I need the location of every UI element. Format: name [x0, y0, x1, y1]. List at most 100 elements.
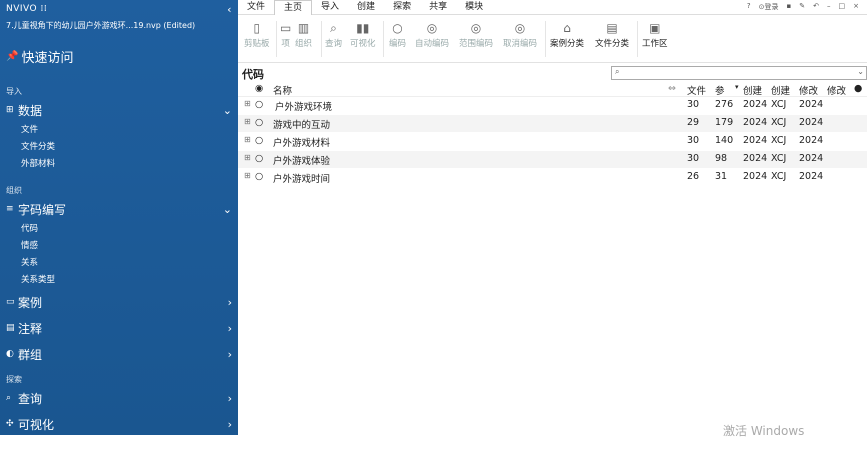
color-column-icon[interactable]: ◉	[255, 83, 263, 94]
tab-share[interactable]: 共享	[420, 0, 456, 14]
uncode-button[interactable]: ◎ 取消编码	[503, 19, 537, 49]
search-icon: ⌕	[330, 21, 337, 35]
list-view-title: 代码	[242, 68, 264, 81]
code-name: 游戏中的互动	[273, 120, 331, 131]
sidebar-group-coding[interactable]: ≡ 字码编写 ⌄	[0, 199, 238, 219]
uncode-label: 取消编码	[503, 39, 538, 49]
workspace-button[interactable]: ▣ 工作区	[642, 19, 668, 49]
file-classification-button[interactable]: ▤ 文件分类	[595, 19, 629, 49]
organize-label: 组织	[295, 39, 313, 49]
section-import: 导入	[6, 87, 22, 96]
ribbon-tab-bar: 文件 主页 导入 创建 探索 共享 模块 ? ⊙登录 ▪ ✎ ↶ – □ ×	[238, 0, 867, 15]
code-button[interactable]: ○ 编码	[389, 19, 406, 49]
column-created-on[interactable]: 创建	[743, 83, 762, 97]
separator	[637, 21, 638, 57]
organize-button[interactable]: ▥ 组织	[295, 19, 312, 49]
data-icon: ⊞	[6, 105, 14, 115]
modified-on: 2024	[799, 117, 824, 128]
quick-access-label: 快速访问	[21, 51, 74, 66]
expand-icon[interactable]: ⊞	[244, 135, 251, 144]
case-classification-button[interactable]: ⌂ 案例分类	[550, 19, 584, 49]
column-modified-on[interactable]: 修改	[799, 83, 818, 97]
modified-on: 2024	[799, 99, 824, 110]
files-count: 26	[687, 171, 700, 182]
bar-chart-icon: ▮▮	[356, 21, 370, 35]
sidebar-group-cases[interactable]: ▭ 案例 ›	[0, 292, 238, 312]
maximize-icon[interactable]: □	[839, 2, 846, 12]
uncode-icon: ◎	[514, 21, 526, 35]
item-label: 项	[281, 39, 290, 49]
sidebar-item-file-classifications[interactable]: 文件分类	[0, 137, 238, 154]
sidebar-item-sentiment[interactable]: 情感	[0, 236, 238, 253]
sidebar-item-files[interactable]: 文件	[0, 120, 238, 137]
comment-column-icon[interactable]: ●	[854, 83, 862, 94]
sidebar-item-codes[interactable]: 代码	[0, 219, 238, 236]
close-icon[interactable]: ×	[853, 2, 859, 12]
sidebar-group-visualizations[interactable]: ✣ 可视化 ›	[0, 414, 238, 434]
created-by: XCJ	[771, 117, 787, 128]
sign-in-label: 登录	[764, 3, 779, 11]
sidebar-group-reports[interactable]: ▦ 报表 ›	[0, 440, 238, 460]
sidebar-item-externals[interactable]: 外部材料	[0, 154, 238, 171]
created-on: 2024	[743, 153, 768, 164]
auto-code-icon: ◎	[426, 21, 438, 35]
save-icon[interactable]: ▪	[787, 2, 792, 12]
sidebar-group-data[interactable]: ⊞ 数据 ⌄	[0, 100, 238, 120]
auto-code-button[interactable]: ◎ 自动编码	[415, 19, 449, 49]
visualize-button[interactable]: ▮▮ 可视化	[350, 19, 376, 49]
column-created-by[interactable]: 创建	[771, 83, 790, 97]
tab-home[interactable]: 主页	[274, 0, 313, 15]
references-count: 179	[715, 117, 734, 128]
created-on: 2024	[743, 171, 768, 182]
chevron-right-icon: ›	[227, 443, 232, 457]
clipboard-button[interactable]: ▯ 剪贴板	[244, 19, 270, 49]
table-row[interactable]: ⊞ ○ 户外游戏材料 30 140 2024 XCJ 2024	[238, 133, 867, 150]
column-modified-by[interactable]: 修改	[827, 83, 846, 97]
sidebar-group-queries[interactable]: ⌕ 查询 ›	[0, 388, 238, 408]
minimize-icon[interactable]: –	[827, 2, 831, 12]
expand-icon[interactable]: ⊞	[244, 171, 251, 180]
notes-icon: ▤	[6, 323, 15, 333]
chevron-down-icon[interactable]: ⌄	[857, 67, 864, 76]
case-classification-label: 案例分类	[550, 39, 585, 49]
sidebar-group-sets[interactable]: ◐ 群组 ›	[0, 344, 238, 364]
query-label: 查询	[325, 39, 343, 49]
sidebar-item-relationship-types[interactable]: 关系类型	[0, 270, 238, 287]
sign-in-link[interactable]: ⊙登录	[759, 2, 779, 12]
link-column-icon[interactable]: ⇔	[668, 83, 676, 94]
cases-label: 案例	[18, 295, 43, 310]
expand-icon[interactable]: ⊞	[244, 153, 251, 162]
created-on: 2024	[743, 99, 768, 110]
table-row[interactable]: ⊞ ○ 户外游戏时间 26 31 2024 XCJ 2024	[238, 169, 867, 186]
item-button[interactable]: ▭ 项	[280, 19, 291, 49]
tab-import[interactable]: 导入	[312, 0, 348, 14]
tab-create[interactable]: 创建	[348, 0, 384, 14]
edit-icon[interactable]: ✎	[799, 2, 805, 12]
sidebar-item-relationships[interactable]: 关系	[0, 253, 238, 270]
collapse-sidebar-icon[interactable]: ‹	[227, 3, 232, 16]
column-references[interactable]: 参	[715, 83, 725, 97]
notes-label: 注释	[18, 321, 43, 336]
table-row[interactable]: ⊞ ○ 游戏中的互动 29 179 2024 XCJ 2024	[238, 115, 867, 132]
tab-modules[interactable]: 模块	[456, 0, 492, 14]
chevron-down-icon: ⌄	[222, 103, 232, 117]
coding-label: 字码编写	[18, 202, 67, 217]
expand-icon[interactable]: ⊞	[244, 117, 251, 126]
query-button[interactable]: ⌕ 查询	[325, 19, 342, 49]
table-row[interactable]: ⊞ ○ 户外游戏体验 30 98 2024 XCJ 2024	[238, 151, 867, 168]
range-code-button[interactable]: ◎ 范围编码	[459, 19, 493, 49]
table-row[interactable]: ⊞ ○ 户外游戏环境 30 276 2024 XCJ 2024	[238, 97, 867, 114]
quick-access[interactable]: 📌 快速访问	[0, 33, 238, 72]
tab-explore[interactable]: 探索	[384, 0, 420, 14]
search-input[interactable]: ⌕ ⌄	[611, 66, 867, 80]
sidebar-group-notes[interactable]: ▤ 注释 ›	[0, 318, 238, 338]
tab-file[interactable]: 文件	[238, 0, 274, 14]
help-icon[interactable]: ?	[747, 2, 751, 12]
expand-icon[interactable]: ⊞	[244, 99, 251, 108]
undo-icon[interactable]: ↶	[813, 2, 819, 12]
column-files[interactable]: 文件	[687, 83, 706, 97]
column-name[interactable]: 名称	[273, 83, 292, 97]
app-logo: NVIVO ⁞⁞	[6, 4, 48, 14]
chevron-right-icon: ›	[227, 321, 232, 335]
file-classification-icon: ▤	[606, 21, 618, 35]
